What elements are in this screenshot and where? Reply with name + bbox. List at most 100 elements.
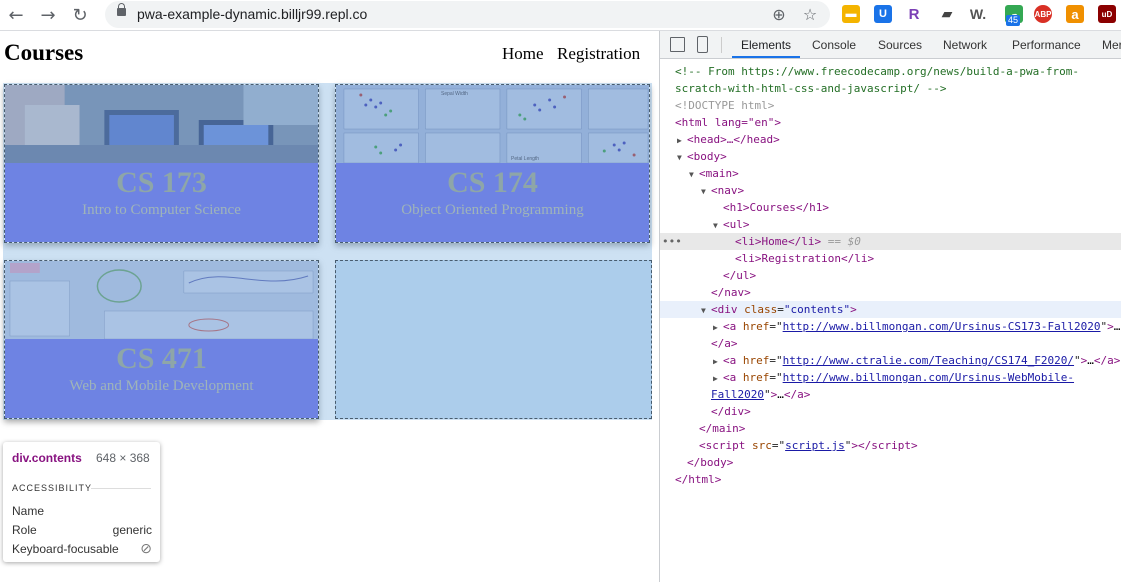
tab-sources[interactable]: Sources xyxy=(878,38,922,52)
dom-comment-line[interactable]: scratch-with-html-css-and-javascript/ --… xyxy=(660,80,1121,97)
browser-toolbar: ← → ↻ pwa-example-dynamic.billjr99.repl.… xyxy=(0,0,1121,31)
nav-home-link[interactable]: Home xyxy=(502,44,544,64)
selected-marker: == $0 xyxy=(827,235,861,248)
add-icon[interactable]: ⊕ xyxy=(769,4,789,24)
href-link[interactable]: http://www.ctralie.com/Teaching/CS174_F2… xyxy=(783,354,1074,367)
page-title: Courses xyxy=(4,40,84,65)
nav-tag: <nav> xyxy=(711,184,745,197)
ul-close-tag: </ul> xyxy=(723,269,757,282)
href-link-continued[interactable]: Fall2020 xyxy=(711,388,764,401)
adblock-extension-icon[interactable]: ABP xyxy=(1034,5,1052,23)
expand-arrow-icon[interactable]: ▶ xyxy=(713,353,723,369)
shield-extension-icon[interactable]: U xyxy=(874,5,892,23)
collapse-arrow-icon[interactable]: ▼ xyxy=(689,166,699,182)
collapse-arrow-icon[interactable]: ▼ xyxy=(713,217,723,233)
toolbar-separator xyxy=(721,37,722,53)
forward-arrow-icon[interactable]: → xyxy=(36,3,60,27)
nav-close-tag: </nav> xyxy=(711,286,751,299)
dom-doctype[interactable]: <!DOCTYPE html> xyxy=(660,97,1121,114)
dom-a-cs173[interactable]: ▶ <a href="http://www.billmongan.com/Ursi… xyxy=(660,318,1121,335)
dom-html-close[interactable]: </html> xyxy=(660,471,1121,488)
page-viewport: Courses Home Registration CS 173 Intro t… xyxy=(0,31,659,582)
tooltip-label-name: Name xyxy=(12,504,45,518)
tab-elements[interactable]: Elements xyxy=(741,38,791,52)
expand-arrow-icon[interactable]: ▶ xyxy=(677,132,687,148)
tooltip-element-name: div.contents xyxy=(12,451,82,465)
devtools-panel: Elements Console Sources Network Perform… xyxy=(659,31,1121,582)
href-link[interactable]: http://www.billmongan.com/Ursinus-WebMob… xyxy=(783,371,1074,384)
amazon-extension-icon[interactable]: a xyxy=(1066,5,1084,23)
dom-body-close[interactable]: </body> xyxy=(660,454,1121,471)
back-arrow-icon[interactable]: ← xyxy=(4,3,28,27)
dom-h1[interactable]: <h1>Courses</h1> xyxy=(660,199,1121,216)
camera-extension-icon[interactable]: ▰ xyxy=(938,5,956,23)
body-tag: <body> xyxy=(687,150,727,163)
dom-div-contents[interactable]: ▼ <div class="contents"> xyxy=(660,301,1121,318)
attr-value: "contents" xyxy=(783,303,851,316)
comment-text: scratch-with-html-css-and-javascript/ --… xyxy=(675,82,947,95)
html-close-tag: </html> xyxy=(675,473,722,486)
reload-icon[interactable]: ↻ xyxy=(68,3,92,27)
div-close-tag: </div> xyxy=(711,405,751,418)
dom-li-home-selected[interactable]: ••• <li>Home</li> == $0 xyxy=(660,233,1121,250)
address-bar[interactable]: pwa-example-dynamic.billjr99.repl.co ⊕ ☆ xyxy=(105,1,830,28)
active-tab-indicator xyxy=(732,56,800,58)
dom-li-registration[interactable]: <li>Registration</li> xyxy=(660,250,1121,267)
device-toolbar-icon[interactable] xyxy=(697,36,708,53)
notes-extension-icon[interactable]: ▬ xyxy=(842,5,860,23)
r-extension-icon[interactable]: R xyxy=(905,5,923,23)
extension-badge: 45 xyxy=(1006,15,1021,26)
ul-tag: <ul> xyxy=(723,218,750,231)
dom-body-open[interactable]: ▼ <body> xyxy=(660,148,1121,165)
dom-nav-close[interactable]: </nav> xyxy=(660,284,1121,301)
tab-memory[interactable]: Mer xyxy=(1102,38,1121,52)
html-tag: <html lang="en"> xyxy=(675,116,781,129)
doctype-text: <!DOCTYPE html> xyxy=(675,99,775,112)
url-text[interactable]: pwa-example-dynamic.billjr99.repl.co xyxy=(137,6,367,22)
dom-script[interactable]: <script src="script.js"></script> xyxy=(660,437,1121,454)
collapse-arrow-icon[interactable]: ▼ xyxy=(701,183,711,199)
collapse-arrow-icon[interactable]: ▼ xyxy=(701,302,711,318)
inspect-tooltip: div.contents 648 × 368 ACCESSIBILITY Nam… xyxy=(3,442,160,562)
dom-a-close[interactable]: </a> xyxy=(660,335,1121,352)
comment-text: <!-- From https://www.freecodecamp.org/n… xyxy=(675,65,1079,78)
li-tag: <li>Home</li> xyxy=(735,235,822,248)
w-extension-icon[interactable]: W. xyxy=(969,5,987,23)
tab-performance[interactable]: Performance xyxy=(1012,38,1081,52)
li-tag: <li>Registration</li> xyxy=(735,252,875,265)
dom-main-close[interactable]: </main> xyxy=(660,420,1121,437)
dom-ul-close[interactable]: </ul> xyxy=(660,267,1121,284)
tab-console[interactable]: Console xyxy=(812,38,856,52)
dom-comment-line[interactable]: <!-- From https://www.freecodecamp.org/n… xyxy=(660,63,1121,80)
tooltip-divider xyxy=(91,488,151,489)
dom-nav-open[interactable]: ▼ <nav> xyxy=(660,182,1121,199)
main-tag: <main> xyxy=(699,167,739,180)
dom-head[interactable]: ▶ <head>…</head> xyxy=(660,131,1121,148)
script-src-link[interactable]: script.js xyxy=(785,439,845,452)
lock-icon xyxy=(117,3,126,16)
dom-div-close[interactable]: </div> xyxy=(660,403,1121,420)
dom-ul-open[interactable]: ▼ <ul> xyxy=(660,216,1121,233)
more-options-icon[interactable]: ••• xyxy=(662,233,682,250)
div-tag: div xyxy=(717,303,738,316)
expand-arrow-icon[interactable]: ▶ xyxy=(713,370,723,386)
dom-a-webmobile-cont[interactable]: Fall2020">…</a> xyxy=(660,386,1121,403)
collapse-arrow-icon[interactable]: ▼ xyxy=(677,149,687,165)
expand-arrow-icon[interactable]: ▶ xyxy=(713,319,723,335)
tab-network[interactable]: Network xyxy=(943,38,987,52)
dom-a-cs174[interactable]: ▶ <a href="http://www.ctralie.com/Teachin… xyxy=(660,352,1121,369)
bookmark-star-icon[interactable]: ☆ xyxy=(800,4,820,24)
ublock-extension-icon[interactable]: uD xyxy=(1098,5,1116,23)
inspect-highlight-overlay xyxy=(3,83,652,420)
inspect-element-icon[interactable] xyxy=(670,37,685,52)
dom-a-webmobile[interactable]: ▶ <a href="http://www.billmongan.com/Ursi… xyxy=(660,369,1121,386)
dom-main-open[interactable]: ▼ <main> xyxy=(660,165,1121,182)
nav-registration-link[interactable]: Registration xyxy=(557,44,640,64)
attr-name: class xyxy=(744,303,778,316)
tooltip-label-keyboard-focusable: Keyboard-focusable xyxy=(12,542,119,556)
dom-html-open[interactable]: <html lang="en"> xyxy=(660,114,1121,131)
tooltip-element-size: 648 × 368 xyxy=(96,451,150,465)
tooltip-section-heading: ACCESSIBILITY xyxy=(12,483,93,493)
main-close-tag: </main> xyxy=(699,422,746,435)
href-link[interactable]: http://www.billmongan.com/Ursinus-CS173-… xyxy=(783,320,1101,333)
